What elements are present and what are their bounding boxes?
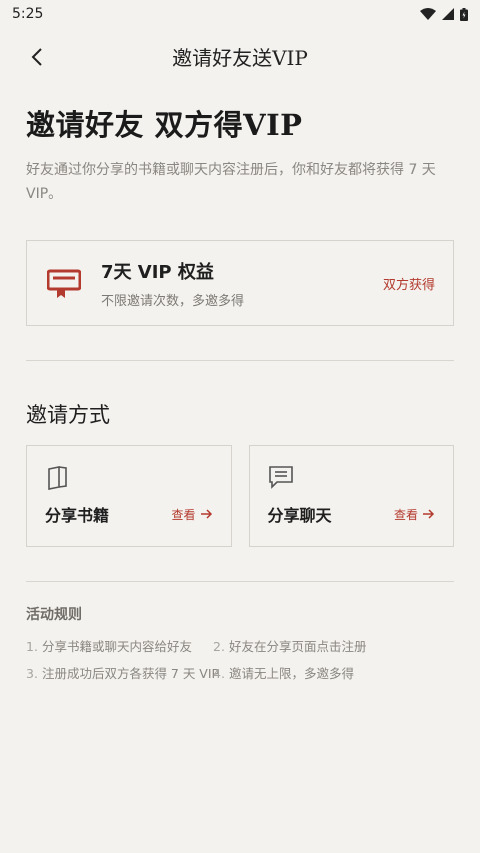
share-chat-view-link[interactable]: 查看 (394, 506, 435, 523)
rule-number: 2. (213, 639, 225, 654)
share-book-card[interactable]: 分享书籍 查看 (26, 445, 232, 547)
divider (26, 581, 454, 582)
rule-number: 3. (26, 666, 38, 681)
share-chat-card[interactable]: 分享聊天 查看 (248, 445, 454, 547)
rule-text: 注册成功后双方各获得 7 天 VIP (41, 666, 220, 681)
hero-description: 好友通过你分享的书籍或聊天内容注册后，你和好友都将获得 7 天 VIP。 (26, 162, 436, 202)
view-label: 查看 (171, 507, 196, 522)
invite-methods-title: 邀请方式 (26, 403, 110, 427)
rule-item: 4. 邀请无上限，多邀多得 (213, 663, 454, 682)
invite-methods: 分享书籍 查看 分享聊天 查看 (26, 445, 454, 547)
status-time: 5:25 (12, 6, 44, 22)
main-content: 邀请好友 双方得VIP 好友通过你分享的书籍或聊天内容注册后，你和好友都将获得 … (0, 102, 480, 682)
benefit-subtitle: 不限邀请次数，多邀多得 (101, 293, 245, 309)
rule-item: 2. 好友在分享页面点击注册 (213, 636, 454, 655)
arrow-right-icon (423, 509, 435, 519)
divider (26, 360, 454, 361)
benefit-tag: 双方获得 (382, 277, 435, 293)
rule-text: 好友在分享页面点击注册 (228, 639, 367, 654)
share-book-view-link[interactable]: 查看 (171, 506, 212, 523)
share-book-row: 分享书籍 查看 (45, 502, 213, 526)
certificate-icon (47, 269, 81, 298)
share-book-label: 分享书籍 (45, 506, 110, 525)
arrow-right-icon (200, 509, 212, 519)
rule-item: 1. 分享书籍或聊天内容给好友 (26, 636, 213, 655)
share-chat-label: 分享聊天 (267, 506, 332, 525)
battery-icon (460, 7, 468, 21)
signal-icon (442, 8, 454, 20)
benefit-text: 7天 VIP 权益 不限邀请次数，多邀多得 (101, 258, 383, 309)
view-label: 查看 (393, 507, 418, 522)
rule-item: 3. 注册成功后双方各获得 7 天 VIP (26, 663, 219, 682)
benefit-title: 7天 VIP 权益 (101, 261, 214, 283)
page-title: 邀请好友送VIP (172, 45, 308, 70)
chat-icon (268, 466, 293, 489)
back-button[interactable] (22, 42, 52, 72)
hero-title: 邀请好友 双方得VIP (26, 108, 303, 142)
chevron-left-icon (31, 48, 42, 66)
status-bar: 5:25 (0, 0, 480, 28)
nav-bar: 邀请好友送VIP (0, 28, 480, 84)
rules-list: 1. 分享书籍或聊天内容给好友 2. 好友在分享页面点击注册 3. 注册成功后双方各获… (26, 636, 454, 682)
rules-title: 活动规则 (26, 607, 82, 623)
benefit-card: 7天 VIP 权益 不限邀请次数，多邀多得 双方获得 (26, 240, 454, 326)
status-icons (420, 7, 468, 21)
rule-text: 分享书籍或聊天内容给好友 (41, 639, 192, 654)
rule-number: 4. (213, 666, 225, 681)
rule-number: 1. (26, 639, 38, 654)
wifi-icon (420, 8, 436, 20)
book-icon (48, 466, 67, 490)
rule-text: 邀请无上限，多邀多得 (228, 666, 354, 681)
share-chat-row: 分享聊天 查看 (268, 502, 436, 526)
